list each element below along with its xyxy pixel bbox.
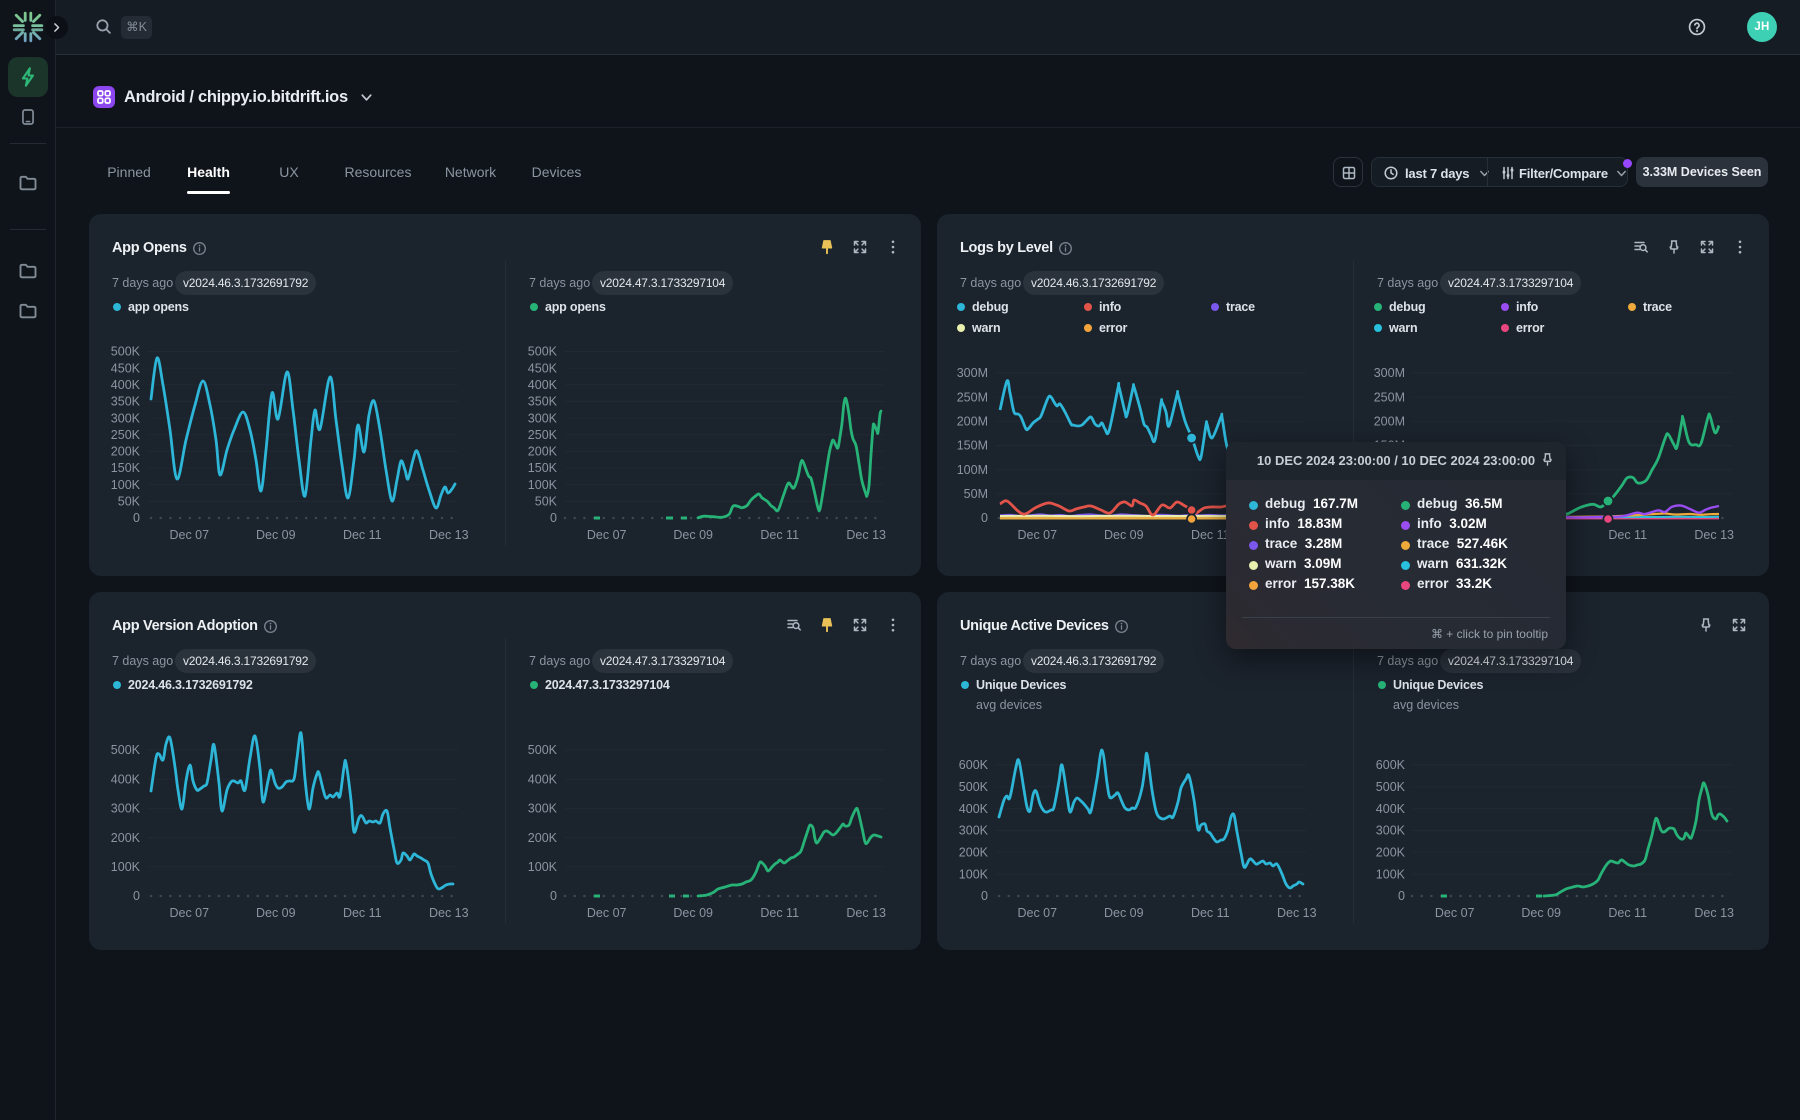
svg-text:450K: 450K [111,361,141,375]
svg-text:Dec 07: Dec 07 [169,528,209,542]
svg-text:Dec 13: Dec 13 [1277,906,1317,920]
svg-text:Dec 11: Dec 11 [1608,528,1647,542]
svg-text:0: 0 [133,511,140,525]
svg-text:100K: 100K [111,860,141,874]
svg-text:250M: 250M [1374,390,1405,404]
svg-text:Dec 13: Dec 13 [429,528,469,542]
svg-text:300K: 300K [111,802,141,816]
svg-text:Dec 09: Dec 09 [1104,906,1144,920]
svg-text:50K: 50K [118,495,141,509]
svg-text:100K: 100K [528,478,558,492]
svg-text:600K: 600K [1376,758,1406,772]
svg-text:100K: 100K [111,478,141,492]
svg-text:Dec 11: Dec 11 [760,906,799,920]
svg-text:Dec 07: Dec 07 [1017,906,1057,920]
svg-text:Dec 09: Dec 09 [673,906,713,920]
svg-text:Dec 07: Dec 07 [1017,528,1057,542]
svg-text:150K: 150K [528,461,558,475]
svg-text:0: 0 [981,511,988,525]
svg-text:200K: 200K [1376,846,1406,860]
svg-text:200K: 200K [111,831,141,845]
svg-text:Dec 07: Dec 07 [587,528,627,542]
svg-text:Dec 11: Dec 11 [1608,906,1647,920]
svg-text:Dec 13: Dec 13 [1694,528,1734,542]
svg-text:Dec 11: Dec 11 [343,528,382,542]
svg-text:500K: 500K [111,743,141,757]
svg-text:0: 0 [550,511,557,525]
svg-text:Dec 07: Dec 07 [587,906,627,920]
svg-text:Dec 07: Dec 07 [169,906,209,920]
svg-text:Dec 13: Dec 13 [846,906,886,920]
svg-text:300K: 300K [959,824,989,838]
svg-text:50M: 50M [964,487,988,501]
svg-text:200K: 200K [959,846,989,860]
svg-text:Dec 09: Dec 09 [673,528,713,542]
svg-text:450K: 450K [528,361,558,375]
svg-text:300M: 300M [957,366,988,380]
svg-text:400K: 400K [1376,802,1406,816]
svg-text:50K: 50K [535,495,558,509]
svg-text:100M: 100M [957,463,988,477]
svg-text:Dec 11: Dec 11 [1191,906,1230,920]
svg-text:100K: 100K [1376,867,1406,881]
svg-text:200K: 200K [528,445,558,459]
svg-text:250K: 250K [111,428,141,442]
svg-text:500K: 500K [959,780,989,794]
svg-text:250K: 250K [528,428,558,442]
svg-text:400K: 400K [959,802,989,816]
svg-text:250M: 250M [957,390,988,404]
svg-text:Dec 11: Dec 11 [343,906,382,920]
svg-text:300K: 300K [1376,824,1406,838]
svg-text:0: 0 [981,889,988,903]
svg-text:Dec 13: Dec 13 [846,528,886,542]
svg-text:200K: 200K [111,445,141,459]
svg-text:0: 0 [550,889,557,903]
svg-text:600K: 600K [959,758,989,772]
svg-text:150K: 150K [111,461,141,475]
svg-text:Dec 09: Dec 09 [256,906,296,920]
svg-text:Dec 07: Dec 07 [1435,906,1475,920]
svg-text:Dec 09: Dec 09 [1104,528,1144,542]
svg-text:500K: 500K [111,345,141,359]
svg-text:500K: 500K [528,743,558,757]
svg-text:300K: 300K [111,411,141,425]
svg-text:400K: 400K [528,772,558,786]
svg-text:0: 0 [1398,889,1405,903]
svg-text:100K: 100K [959,867,989,881]
svg-text:400K: 400K [111,772,141,786]
svg-text:300K: 300K [528,411,558,425]
svg-text:200K: 200K [528,831,558,845]
svg-text:0: 0 [133,889,140,903]
svg-text:500K: 500K [528,345,558,359]
svg-text:100K: 100K [528,860,558,874]
svg-text:Dec 09: Dec 09 [256,528,296,542]
svg-text:Dec 13: Dec 13 [429,906,469,920]
svg-text:Dec 09: Dec 09 [1521,906,1561,920]
svg-text:Dec 13: Dec 13 [1694,906,1734,920]
svg-text:350K: 350K [528,395,558,409]
svg-text:150M: 150M [957,439,988,453]
svg-text:350K: 350K [111,395,141,409]
svg-text:300M: 300M [1374,366,1405,380]
svg-text:200M: 200M [957,415,988,429]
svg-text:200M: 200M [1374,415,1405,429]
svg-text:400K: 400K [111,378,141,392]
svg-text:Dec 11: Dec 11 [1191,528,1230,542]
svg-text:Dec 11: Dec 11 [760,528,799,542]
svg-text:500K: 500K [1376,780,1406,794]
svg-text:300K: 300K [528,802,558,816]
svg-text:400K: 400K [528,378,558,392]
